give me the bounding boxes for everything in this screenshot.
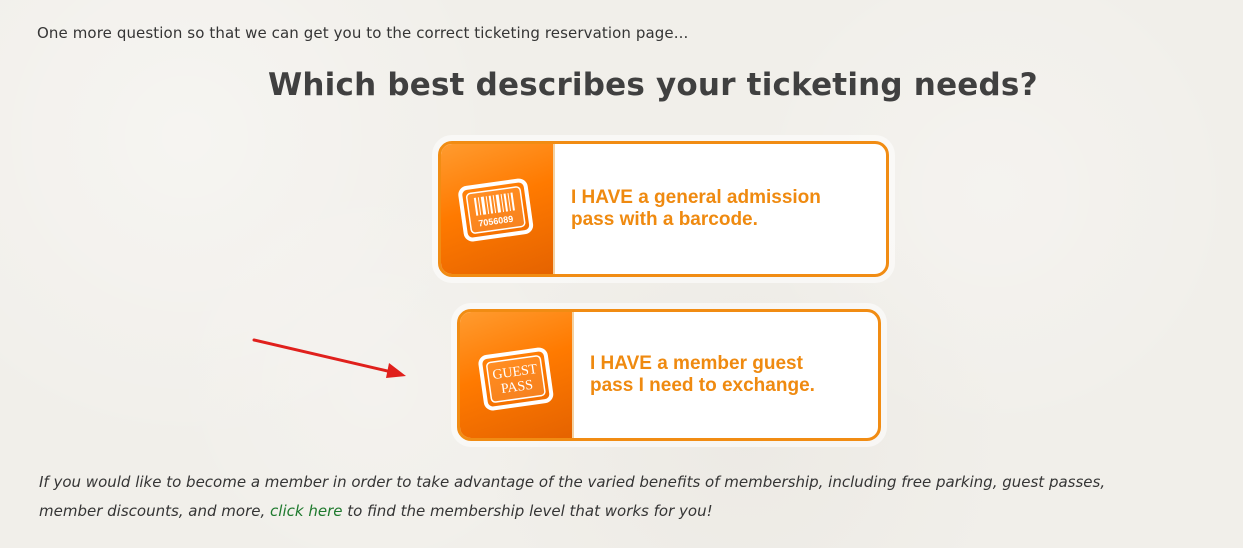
general-admission-line-2: pass with a barcode. bbox=[571, 209, 758, 230]
general-admission-icon-panel: 7056089 bbox=[441, 144, 555, 274]
member-guest-pass-line-1: I HAVE a member guest bbox=[590, 352, 803, 374]
general-admission-option[interactable]: 7056089 I HAVE a general admission pass … bbox=[438, 141, 889, 277]
member-guest-pass-text-panel: I HAVE a member guest pass I need to exc… bbox=[572, 312, 878, 438]
membership-info: If you would like to become a member in … bbox=[39, 468, 1229, 525]
membership-info-text-1: If you would like to become a member in … bbox=[39, 473, 1106, 491]
red-arrow-icon bbox=[252, 338, 406, 378]
general-admission-text-panel: I HAVE a general admission pass with a b… bbox=[553, 144, 886, 274]
member-guest-pass-option[interactable]: GUEST PASS I HAVE a member guest pass I … bbox=[457, 309, 881, 441]
click-here-link[interactable]: click here bbox=[270, 502, 342, 520]
general-admission-label: I HAVE a general admission pass with a b… bbox=[571, 187, 821, 232]
membership-info-text-3: to find the membership level that works … bbox=[347, 501, 713, 520]
page-title: Which best describes your ticketing need… bbox=[268, 67, 1038, 103]
membership-info-text-2: member discounts, and more, bbox=[39, 501, 266, 520]
guest-pass-icon: GUEST PASS bbox=[478, 347, 554, 411]
member-guest-pass-label: I HAVE a member guest pass I need to exc… bbox=[590, 353, 815, 398]
intro-text: One more question so that we can get you… bbox=[37, 24, 689, 42]
member-guest-pass-line-2: pass I need to exchange. bbox=[590, 375, 815, 396]
guest-pass-icon-panel: GUEST PASS bbox=[460, 312, 574, 438]
barcode-ticket-icon: 7056089 bbox=[458, 178, 534, 242]
general-admission-line-1: I HAVE a general admission bbox=[571, 186, 821, 208]
